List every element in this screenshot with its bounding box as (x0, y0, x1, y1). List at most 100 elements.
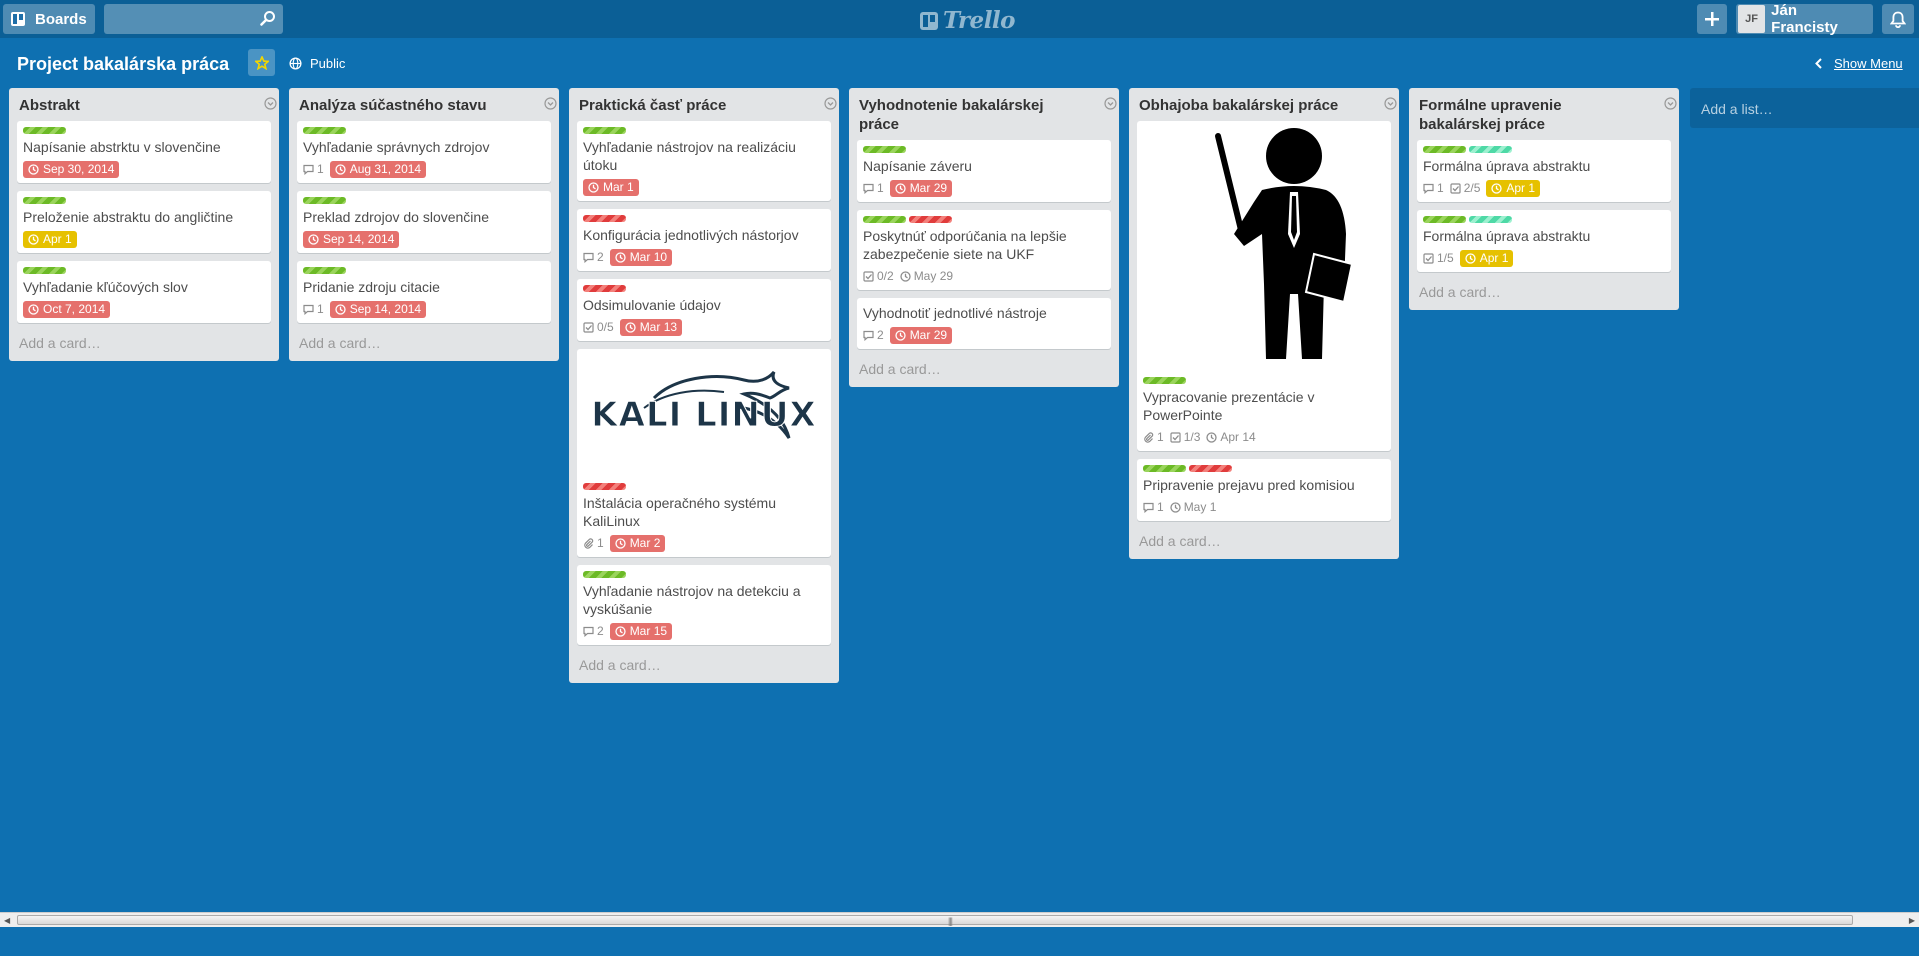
card-labels (1143, 377, 1385, 385)
card[interactable]: KALI LINUX Inštalácia operačného systému … (577, 349, 831, 557)
attachment-badge-count: 1 (597, 536, 604, 550)
add-button[interactable] (1697, 4, 1727, 34)
comment-icon (863, 330, 874, 341)
list-title[interactable]: Abstrakt (17, 88, 271, 121)
comment-badge-count: 1 (317, 302, 324, 316)
label-red (583, 483, 626, 490)
card[interactable]: Poskytnúť odporúčania na lepšie zabezpeč… (857, 210, 1111, 290)
list-title[interactable]: Formálne upravenie bakalárskej práce (1417, 88, 1671, 140)
label-teal (1469, 216, 1512, 223)
due-date-text: Mar 15 (629, 623, 668, 638)
card-labels (583, 127, 825, 135)
checklist-badge: 1/3 (1170, 430, 1201, 444)
horizontal-scrollbar[interactable]: ◀ ||| ▶ (0, 912, 1919, 927)
comment-badge: 2 (583, 250, 604, 264)
checklist-badge-count: 0/5 (597, 320, 614, 334)
card[interactable]: Vyhľadanie nástrojov na detekciu a vyskú… (577, 565, 831, 645)
card-title: Formálna úprava abstraktu (1423, 228, 1591, 244)
scrollbar-grip-icon: ||| (948, 916, 953, 926)
checklist-badge-count: 1/3 (1183, 430, 1201, 444)
card-badges: 2 Mar 29 (863, 325, 1105, 345)
trello-logo[interactable]: Trello (920, 7, 1016, 34)
card[interactable]: Vypracovanie prezentácie v PowerPointe 1 1… (1137, 121, 1391, 451)
list-menu-icon[interactable] (824, 97, 837, 113)
checklist-icon (863, 270, 874, 282)
card[interactable]: Vyhľadanie kľúčových slov Oct 7, 2014 (17, 261, 271, 323)
boards-button[interactable]: Boards (3, 4, 95, 34)
add-list-button[interactable]: Add a list… (1690, 88, 1919, 128)
list-menu-icon[interactable] (264, 97, 277, 113)
list-menu-icon[interactable] (1104, 97, 1117, 113)
label-green (1143, 377, 1186, 384)
add-card-button[interactable]: Add a card… (857, 357, 1111, 379)
label-green (583, 571, 626, 578)
card[interactable]: Vyhľadanie nástrojov na realizáciu útoku… (577, 121, 831, 201)
card-badges: Apr 1 (23, 229, 265, 249)
comment-badge-count: 2 (877, 328, 884, 342)
card[interactable]: Napísanie záveru 1 Mar 29 (857, 140, 1111, 202)
list-menu-icon[interactable] (1664, 97, 1677, 113)
list-menu-icon[interactable] (544, 97, 557, 113)
due-date-text: Mar 10 (629, 249, 668, 264)
card[interactable]: Vyhodnotiť jednotlivé nástroje 2 Mar 29 (857, 298, 1111, 349)
add-card-button[interactable]: Add a card… (297, 331, 551, 353)
card[interactable]: Napísanie abstrktu v slovenčine Sep 30, 2… (17, 121, 271, 183)
card[interactable]: Formálna úprava abstraktu 1/5 Apr 1 (1417, 210, 1671, 272)
card-labels (583, 571, 825, 579)
list-title[interactable]: Vyhodnotenie bakalárskej práce (857, 88, 1111, 140)
card[interactable]: Formálna úprava abstraktu 1 2/5 Apr 1 (1417, 140, 1671, 202)
checklist-badge-count: 0/2 (877, 269, 894, 283)
add-card-button[interactable]: Add a card… (17, 331, 271, 353)
clock-icon (615, 537, 626, 549)
scrollbar-thumb[interactable]: ||| (17, 915, 1853, 926)
card[interactable]: Odsimulovanie údajov 0/5 Mar 13 (577, 279, 831, 341)
label-green (863, 216, 906, 223)
due-date-text: Mar 2 (629, 535, 661, 550)
due-date-badge: Apr 1 (1459, 249, 1514, 267)
due-date-text: Mar 29 (909, 327, 948, 342)
list-title[interactable]: Analýza súčastného stavu (297, 88, 551, 121)
card[interactable]: Preklad zdrojov do slovenčine Sep 14, 201… (297, 191, 551, 253)
clock-icon (28, 303, 39, 315)
list-menu-icon[interactable] (1384, 97, 1397, 113)
card[interactable]: Preloženie abstraktu do angličtine Apr 1 (17, 191, 271, 253)
due-date-text: Apr 1 (1479, 250, 1509, 265)
card[interactable]: Konfigurácia jednotlivých nástorjov 2 Mar … (577, 209, 831, 271)
due-date-badge: Mar 29 (889, 179, 953, 197)
scroll-right-arrow-icon[interactable]: ▶ (1909, 916, 1915, 925)
card-labels (1143, 465, 1385, 473)
card-badges: 2 Mar 15 (583, 621, 825, 641)
checklist-badge: 0/2 (863, 269, 894, 283)
member-menu-button[interactable]: JF Ján Francisty (1736, 2, 1873, 36)
add-card-button[interactable]: Add a card… (1417, 280, 1671, 302)
trello-logo-icon (920, 11, 938, 30)
label-red (583, 215, 626, 222)
attachment-icon (1143, 431, 1154, 443)
due-date-badge: Mar 1 (583, 178, 639, 196)
show-menu-button[interactable]: Show Menu (1815, 56, 1903, 71)
comment-icon (1423, 183, 1434, 194)
visibility-button[interactable]: Public (289, 56, 345, 71)
scroll-left-arrow-icon[interactable]: ◀ (4, 916, 10, 925)
list-title[interactable]: Praktická časť práce (577, 88, 831, 121)
card-badges: 1/5 Apr 1 (1423, 248, 1665, 268)
label-green (583, 127, 626, 134)
due-date-badge: May 29 (900, 269, 953, 283)
star-board-button[interactable] (248, 49, 275, 76)
board-title[interactable]: Project bakalárska práca (17, 54, 229, 75)
notifications-button[interactable] (1882, 4, 1914, 34)
card[interactable]: Pridanie zdroju citacie 1 Sep 14, 2014 (297, 261, 551, 323)
search-icon[interactable] (260, 10, 276, 26)
due-date-text: Sep 30, 2014 (43, 161, 115, 176)
card[interactable]: Pripravenie prejavu pred komisiou 1 May 1 (1137, 459, 1391, 521)
clock-icon (335, 163, 346, 175)
logo-text: Trello (943, 7, 1016, 34)
card[interactable]: Vyhľadanie správnych zdrojov 1 Aug 31, 201… (297, 121, 551, 183)
add-card-button[interactable]: Add a card… (577, 653, 831, 675)
clock-icon (28, 233, 39, 245)
list-title[interactable]: Obhajoba bakalárskej práce (1137, 88, 1391, 121)
card-labels (583, 215, 825, 223)
add-card-button[interactable]: Add a card… (1137, 529, 1391, 551)
search-input[interactable] (104, 4, 283, 34)
due-date-text: Sep 14, 2014 (323, 231, 395, 246)
